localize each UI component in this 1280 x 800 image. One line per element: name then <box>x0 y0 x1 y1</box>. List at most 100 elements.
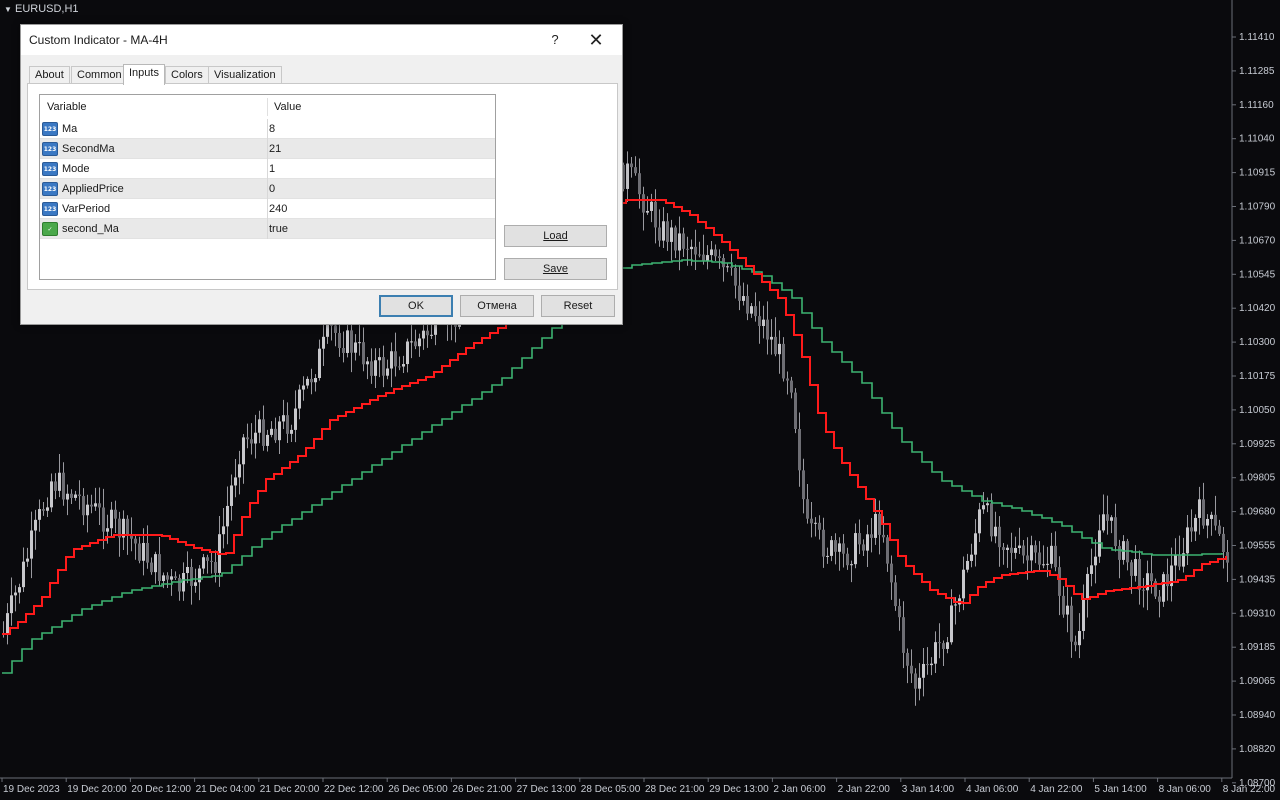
candle-body <box>734 267 737 286</box>
tab-common[interactable]: Common <box>71 66 128 84</box>
symbol-label[interactable]: ▼ EURUSD,H1 <box>4 3 79 15</box>
candle-body <box>830 540 833 556</box>
candle-body <box>866 534 869 551</box>
reset-button[interactable]: Reset <box>541 295 615 317</box>
price-label: 1.10300 <box>1239 337 1276 348</box>
candle-body <box>374 360 377 376</box>
candle-body <box>1134 559 1137 576</box>
variable-value[interactable]: 240 <box>269 199 287 219</box>
variable-value[interactable]: 0 <box>269 179 275 199</box>
candle-body <box>166 575 169 580</box>
candle-body <box>1202 499 1205 526</box>
time-label: 19 Dec 2023 <box>3 784 60 795</box>
variable-value[interactable]: 21 <box>269 139 281 159</box>
candle-body <box>854 533 857 565</box>
candle-body <box>982 505 985 510</box>
candle-body <box>162 575 165 582</box>
candle-body <box>726 266 729 268</box>
table-row[interactable]: 123 Mode 1 <box>40 159 495 179</box>
table-row[interactable]: ✓ second_Ma true <box>40 219 495 239</box>
dropdown-triangle-icon[interactable]: ▼ <box>4 5 12 14</box>
candle-body <box>50 481 53 508</box>
candle-body <box>54 481 57 491</box>
price-label: 1.11285 <box>1239 66 1275 77</box>
candle-body <box>62 472 65 500</box>
candle-body <box>1138 559 1141 590</box>
variable-value[interactable]: true <box>269 219 288 239</box>
variable-value[interactable]: 8 <box>269 119 275 139</box>
candle-body <box>634 167 637 174</box>
table-row[interactable]: 123 VarPeriod 240 <box>40 199 495 219</box>
candle-body <box>1142 589 1145 591</box>
candle-body <box>846 553 849 566</box>
candle-body <box>142 542 145 561</box>
candle-body <box>998 526 1001 548</box>
candle-body <box>262 419 265 446</box>
header-value[interactable]: Value <box>267 95 301 119</box>
candle-body <box>418 338 421 347</box>
help-button[interactable]: ? <box>547 28 563 52</box>
variable-name: Ma <box>62 123 78 135</box>
candle-body <box>266 434 269 446</box>
price-label: 1.08820 <box>1239 744 1276 755</box>
candle-body <box>394 351 397 367</box>
tab-about[interactable]: About <box>29 66 70 84</box>
ok-button[interactable]: OK <box>379 295 453 317</box>
load-button[interactable]: Load <box>504 225 607 247</box>
candle-body <box>114 509 117 519</box>
candle-body <box>286 415 289 434</box>
variable-value[interactable]: 1 <box>269 159 275 179</box>
close-icon[interactable]: ✕ <box>581 28 611 52</box>
candle-body <box>1186 527 1189 554</box>
candle-body <box>410 341 413 343</box>
variable-name: SecondMa <box>62 143 115 155</box>
candle-body <box>718 256 721 259</box>
candle-body <box>966 560 969 570</box>
tab-visualization[interactable]: Visualization <box>208 66 282 84</box>
candle-body <box>926 663 929 666</box>
candle-body <box>414 341 417 347</box>
candle-body <box>18 587 21 593</box>
price-label: 1.10670 <box>1239 235 1276 246</box>
candle-body <box>402 364 405 367</box>
table-row[interactable]: 123 AppliedPrice 0 <box>40 179 495 199</box>
candle-body <box>654 201 657 228</box>
candle-body <box>1162 574 1165 602</box>
header-variable[interactable]: Variable <box>40 95 87 119</box>
candle-body <box>126 518 129 536</box>
candle-body <box>342 348 345 353</box>
integer-type-icon: 123 <box>42 142 58 156</box>
save-button[interactable]: Save <box>504 258 607 280</box>
time-label: 19 Dec 20:00 <box>67 784 127 795</box>
price-label: 1.09925 <box>1239 439 1276 450</box>
price-label: 1.08940 <box>1239 710 1276 721</box>
candle-body <box>1070 605 1073 642</box>
candle-body <box>250 439 253 444</box>
candle-body <box>214 561 217 573</box>
candle-body <box>378 357 381 361</box>
candle-body <box>362 342 365 365</box>
candle-body <box>826 555 829 557</box>
price-label: 1.10915 <box>1239 168 1276 179</box>
candle-body <box>834 540 837 552</box>
integer-type-icon: 123 <box>42 182 58 196</box>
tab-inputs[interactable]: Inputs <box>123 64 165 85</box>
candle-body <box>1050 545 1053 564</box>
candle-body <box>798 428 801 471</box>
candle-body <box>22 561 25 588</box>
cancel-button[interactable]: Отмена <box>460 295 534 317</box>
candle-body <box>1038 552 1041 565</box>
candle-body <box>974 533 977 555</box>
candle-body <box>710 249 713 256</box>
candle-body <box>338 332 341 349</box>
candle-body <box>314 378 317 383</box>
candle-body <box>1066 605 1069 615</box>
candle-body <box>82 496 85 516</box>
dialog-titlebar[interactable]: Custom Indicator - MA-4H ? ✕ <box>21 25 622 55</box>
candle-body <box>330 324 333 326</box>
table-row[interactable]: 123 SecondMa 21 <box>40 139 495 159</box>
table-row[interactable]: 123 Ma 8 <box>40 119 495 139</box>
candle-body <box>1178 554 1181 567</box>
tab-colors[interactable]: Colors <box>165 66 209 84</box>
inputs-panel: Variable Value 123 Ma 8 123 SecondMa 21 … <box>27 83 618 290</box>
